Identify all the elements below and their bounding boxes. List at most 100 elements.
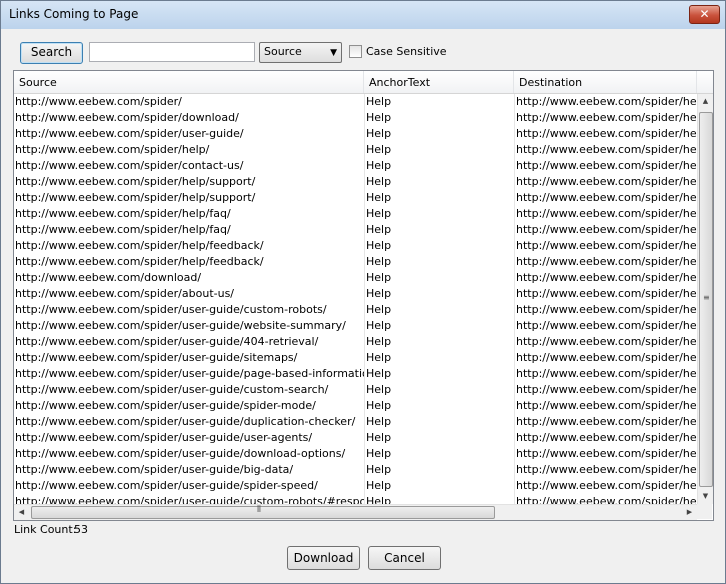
download-button[interactable]: Download — [287, 546, 360, 570]
search-field-select[interactable]: Source ▼ — [259, 42, 342, 63]
close-icon: ✕ — [699, 7, 710, 21]
destination-cell: http://www.eebew.com/spider/help/ — [514, 494, 697, 504]
table-row[interactable]: http://www.eebew.com/spider/contact-us/H… — [14, 158, 697, 174]
grip-icon: ≡ — [703, 293, 710, 302]
table-row[interactable]: http://www.eebew.com/spider/user-guide/s… — [14, 398, 697, 414]
case-sensitive-checkbox[interactable] — [349, 45, 362, 58]
anchortext-cell: Help — [364, 334, 514, 350]
table-row[interactable]: http://www.eebew.com/spider/user-guide/u… — [14, 430, 697, 446]
destination-cell: http://www.eebew.com/spider/help/ — [514, 206, 697, 222]
source-cell: http://www.eebew.com/spider/user-guide/s… — [15, 351, 298, 364]
anchortext-cell: Help — [364, 94, 514, 110]
search-field-selected-value: Source — [264, 45, 302, 58]
table-row[interactable]: http://www.eebew.com/spider/about-us/Hel… — [14, 286, 697, 302]
anchortext-cell: Help — [364, 190, 514, 206]
table-body: http://www.eebew.com/spider/Help http://w… — [14, 94, 697, 504]
table-row[interactable]: http://www.eebew.com/spider/help/feedbac… — [14, 254, 697, 270]
vertical-scrollbar[interactable]: ▲ ≡ ▼ — [697, 94, 713, 504]
anchortext-cell: Help — [364, 414, 514, 430]
horizontal-scroll-thumb[interactable]: ⦀ — [31, 505, 495, 519]
table-row[interactable]: http://www.eebew.com/spider/Help http://w… — [14, 94, 697, 110]
table-row[interactable]: http://www.eebew.com/spider/user-guide/H… — [14, 126, 697, 142]
table-row[interactable]: http://www.eebew.com/spider/help/support… — [14, 190, 697, 206]
scroll-up-icon[interactable]: ▲ — [698, 94, 713, 109]
table-row[interactable]: http://www.eebew.com/spider/user-guide/s… — [14, 478, 697, 494]
source-cell: http://www.eebew.com/spider/ — [15, 95, 182, 108]
destination-cell: http://www.eebew.com/spider/help/ — [514, 286, 697, 302]
table-row[interactable]: http://www.eebew.com/spider/help/faq/Hel… — [14, 206, 697, 222]
anchortext-cell: Help — [364, 382, 514, 398]
anchortext-cell: Help — [364, 158, 514, 174]
table-row[interactable]: http://www.eebew.com/spider/user-guide/c… — [14, 382, 697, 398]
destination-cell: http://www.eebew.com/spider/help/ — [514, 462, 697, 478]
source-cell: http://www.eebew.com/spider/about-us/ — [15, 287, 235, 300]
search-button[interactable]: Search — [20, 42, 83, 64]
scroll-left-icon[interactable]: ◀ — [14, 505, 29, 520]
anchortext-cell: Help — [364, 350, 514, 366]
destination-cell: http://www.eebew.com/spider/help/ — [514, 414, 697, 430]
table-row[interactable]: http://www.eebew.com/download/Help http:/… — [14, 270, 697, 286]
scroll-down-icon[interactable]: ▼ — [698, 489, 713, 504]
destination-cell: http://www.eebew.com/spider/help/ — [514, 398, 697, 414]
destination-cell: http://www.eebew.com/spider/help/ — [514, 222, 697, 238]
table-row[interactable]: http://www.eebew.com/spider/download/Hel… — [14, 110, 697, 126]
source-cell: http://www.eebew.com/spider/user-guide/c… — [15, 303, 327, 316]
source-cell: http://www.eebew.com/spider/user-guide/b… — [15, 463, 294, 476]
table-header: Source AnchorText Destination — [14, 71, 713, 94]
anchortext-cell: Help — [364, 398, 514, 414]
source-cell: http://www.eebew.com/spider/help/feedbac… — [15, 255, 264, 268]
source-cell: http://www.eebew.com/spider/help/feedbac… — [15, 239, 264, 252]
destination-cell: http://www.eebew.com/spider/help/ — [514, 270, 697, 286]
scrollbar-corner — [697, 504, 712, 519]
source-cell: http://www.eebew.com/spider/help/faq/ — [15, 223, 231, 236]
table-row[interactable]: http://www.eebew.com/spider/user-guide/4… — [14, 334, 697, 350]
close-button[interactable]: ✕ — [689, 5, 720, 24]
table-row[interactable]: http://www.eebew.com/spider/user-guide/d… — [14, 446, 697, 462]
table-row[interactable]: http://www.eebew.com/spider/user-guide/d… — [14, 414, 697, 430]
window-title: Links Coming to Page — [9, 7, 139, 21]
destination-cell: http://www.eebew.com/spider/help/ — [514, 334, 697, 350]
source-cell: http://www.eebew.com/spider/user-guide/p… — [15, 367, 364, 380]
anchortext-cell: Help — [364, 110, 514, 126]
destination-cell: http://www.eebew.com/spider/help/ — [514, 478, 697, 494]
destination-cell: http://www.eebew.com/spider/help/ — [514, 126, 697, 142]
destination-cell: http://www.eebew.com/spider/help/ — [514, 350, 697, 366]
scroll-right-icon[interactable]: ▶ — [682, 505, 697, 520]
column-header-anchortext[interactable]: AnchorText — [364, 71, 514, 93]
vertical-scroll-thumb[interactable]: ≡ — [699, 112, 713, 487]
source-cell: http://www.eebew.com/spider/user-guide/u… — [15, 431, 313, 444]
table-row[interactable]: http://www.eebew.com/spider/user-guide/p… — [14, 366, 697, 382]
destination-cell: http://www.eebew.com/spider/help/ — [514, 254, 697, 270]
title-bar: Links Coming to Page ✕ — [1, 1, 725, 29]
anchortext-cell: Help — [364, 238, 514, 254]
source-cell: http://www.eebew.com/spider/help/support… — [15, 175, 256, 188]
destination-cell: http://www.eebew.com/spider/help/ — [514, 366, 697, 382]
table-row[interactable]: http://www.eebew.com/spider/user-guide/c… — [14, 302, 697, 318]
table-row[interactable]: http://www.eebew.com/spider/user-guide/w… — [14, 318, 697, 334]
case-sensitive-label[interactable]: Case Sensitive — [366, 45, 447, 58]
destination-cell: http://www.eebew.com/spider/help/ — [514, 430, 697, 446]
table-row[interactable]: http://www.eebew.com/spider/user-guide/c… — [14, 494, 697, 504]
source-cell: http://www.eebew.com/spider/contact-us/ — [15, 159, 244, 172]
chevron-down-icon: ▼ — [330, 48, 337, 58]
horizontal-scrollbar[interactable]: ◀ ⦀ ▶ — [14, 504, 697, 520]
source-cell: http://www.eebew.com/spider/user-guide/d… — [15, 447, 346, 460]
anchortext-cell: Help — [364, 462, 514, 478]
column-header-destination[interactable]: Destination — [514, 71, 697, 93]
table-row[interactable]: http://www.eebew.com/spider/help/Help htt… — [14, 142, 697, 158]
table-row[interactable]: http://www.eebew.com/spider/user-guide/s… — [14, 350, 697, 366]
table-row[interactable]: http://www.eebew.com/spider/help/support… — [14, 174, 697, 190]
search-input[interactable] — [89, 42, 255, 62]
cancel-button[interactable]: Cancel — [368, 546, 441, 570]
anchortext-cell: Help — [364, 366, 514, 382]
column-header-source[interactable]: Source — [14, 71, 364, 93]
link-count-value: 53 — [74, 523, 88, 536]
source-cell: http://www.eebew.com/download/ — [15, 271, 202, 284]
anchortext-cell: Help — [364, 302, 514, 318]
source-cell: http://www.eebew.com/spider/user-guide/d… — [15, 415, 356, 428]
anchortext-cell: Help — [364, 446, 514, 462]
table-row[interactable]: http://www.eebew.com/spider/help/faq/Hel… — [14, 222, 697, 238]
table-row[interactable]: http://www.eebew.com/spider/help/feedbac… — [14, 238, 697, 254]
table-row[interactable]: http://www.eebew.com/spider/user-guide/b… — [14, 462, 697, 478]
source-cell: http://www.eebew.com/spider/user-guide/4… — [15, 335, 319, 348]
